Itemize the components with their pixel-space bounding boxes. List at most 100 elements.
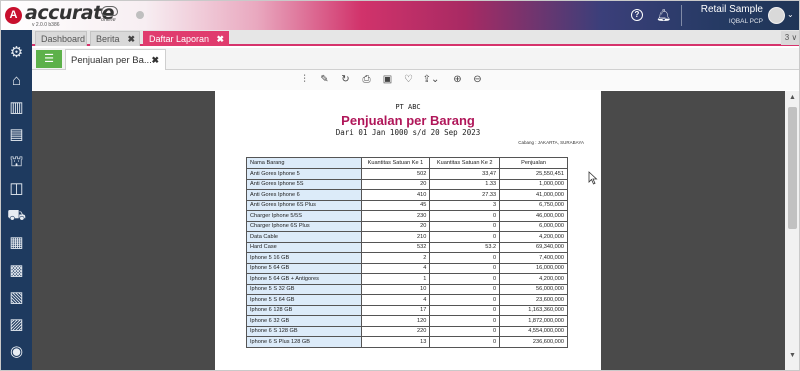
numeric-cell: 0 [429, 315, 501, 327]
list-menu-button[interactable]: ☰ [36, 50, 62, 68]
shopping-cart-icon[interactable]: ⛟ [7, 206, 26, 225]
report-icon[interactable]: ▨ [7, 315, 26, 334]
column-header: Kuantitas Satuan Ke 1 [360, 157, 431, 169]
table-header-row: Nama Barang Kuantitas Satuan Ke 1 Kuanti… [246, 157, 568, 169]
table-row: Iphone 6 S Plus 128 GB 13 0 236,600,000 [246, 336, 568, 348]
numeric-cell: 236,600,000 [499, 336, 568, 348]
numeric-cell: 0 [429, 262, 501, 274]
tab-berita[interactable]: Berita ✖ [90, 31, 140, 46]
item-name-cell: Iphone 6 S Plus 128 GB [246, 336, 362, 348]
subtab-penjualan-per-barang[interactable]: Penjualan per Ba... ✖ [65, 49, 166, 70]
numeric-cell: 1 [360, 273, 431, 285]
wallet-icon[interactable]: ◫ [7, 179, 26, 198]
zoom-in-icon[interactable]: ⊕ [451, 73, 464, 86]
numeric-cell: 0 [429, 220, 501, 232]
numeric-cell: 27.33 [429, 189, 501, 201]
app-window: A accurate v 2.0.0 b386 online ? 🔔︎ Reta… [0, 0, 800, 371]
numeric-cell: 0 [429, 325, 501, 337]
table-row: Iphone 5 S 64 GB 4 0 23,600,000 [246, 294, 568, 306]
close-icon[interactable]: ✖ [216, 32, 224, 47]
item-name-cell: Iphone 6 S 128 GB [246, 325, 362, 337]
numeric-cell: 16,000,000 [499, 262, 568, 274]
inventory-icon[interactable]: ▩ [7, 261, 26, 280]
close-icon[interactable]: ✖ [127, 32, 135, 47]
numeric-cell: 0 [429, 273, 501, 285]
scroll-up-icon[interactable]: ▲ [789, 94, 796, 101]
numeric-cell: 1,872,000,000 [499, 315, 568, 327]
numeric-cell: 0 [429, 283, 501, 295]
numeric-cell: 3 [429, 199, 501, 211]
chevron-down-icon[interactable]: ⌄ [787, 10, 794, 19]
numeric-cell: 45 [360, 199, 431, 211]
numeric-cell: 10 [360, 283, 431, 295]
numeric-cell: 532 [360, 241, 431, 253]
bell-icon[interactable]: 🔔︎ [656, 8, 671, 22]
report-toolbar: ⫶ ✎ ↻ ⎙ ▣ ♡ ⇪⌄ ⊕ ⊖ [32, 70, 799, 90]
tab-label: Dashboard [41, 34, 86, 44]
report-title: Penjualan per Barang [341, 113, 475, 128]
edit-icon[interactable]: ✎ [318, 73, 331, 86]
table-row: Hard Case 532 53.2 69,340,000 [246, 241, 568, 253]
scroll-down-icon[interactable]: ▼ [789, 352, 796, 359]
delivery-icon[interactable]: ▦ [7, 233, 26, 252]
numeric-cell: 0 [429, 252, 501, 264]
numeric-cell: 0 [429, 210, 501, 222]
avatar[interactable] [768, 7, 785, 24]
bank-icon[interactable]: ⌂ [7, 71, 26, 90]
numeric-cell: 6,750,000 [499, 199, 568, 211]
table-row: Iphone 5 S 32 GB 10 0 56,000,000 [246, 283, 568, 295]
filter-icon[interactable]: ⫶ [298, 73, 311, 86]
numeric-cell: 210 [360, 231, 431, 243]
company-name[interactable]: Retail Sample [687, 4, 763, 15]
numeric-cell: 502 [360, 168, 431, 180]
numeric-cell: 33,47 [429, 168, 501, 180]
sidebar: ⚙ ⌂ ▥ ▤ ⛫ ◫ ⛟ ▦ ▩ ▧ ▨ ◉ [1, 30, 32, 370]
table-row: Charger Iphone 6S Plus 20 0 6,000,000 [246, 220, 568, 232]
gear-icon[interactable]: ⚙ [7, 43, 26, 62]
numeric-cell: 25,550,451 [499, 168, 568, 180]
item-name-cell: Hard Case [246, 241, 362, 253]
refresh-icon[interactable]: ↻ [339, 73, 352, 86]
settings-icon[interactable]: ◉ [7, 342, 26, 361]
numeric-cell: 4,200,000 [499, 231, 568, 243]
building-icon[interactable]: ▥ [7, 98, 26, 117]
factory-icon[interactable]: ▧ [7, 288, 26, 307]
item-name-cell: Iphone 5 S 32 GB [246, 283, 362, 295]
print-icon[interactable]: ⎙ [360, 73, 373, 86]
table-row: Charger Iphone 5/5S 230 0 46,000,000 [246, 210, 568, 222]
vertical-scrollbar[interactable]: ▲ ▼ [785, 91, 799, 370]
save-icon[interactable]: ▣ [381, 73, 394, 86]
tab-dashboard[interactable]: Dashboard [35, 31, 87, 46]
item-name-cell: Iphone 5 64 GB [246, 262, 362, 274]
ledger-icon[interactable]: ▤ [7, 125, 26, 144]
numeric-cell: 0 [429, 294, 501, 306]
favorite-icon[interactable]: ♡ [402, 73, 415, 86]
numeric-cell: 120 [360, 315, 431, 327]
close-icon[interactable]: ✖ [151, 50, 159, 71]
numeric-cell: 1,000,000 [499, 178, 568, 190]
top-bar: A accurate v 2.0.0 b386 online ? 🔔︎ Reta… [1, 1, 799, 30]
export-icon[interactable]: ⇪⌄ [422, 73, 440, 86]
help-icon[interactable]: ? [631, 9, 643, 21]
item-name-cell: Charger Iphone 5/5S [246, 210, 362, 222]
zoom-out-icon[interactable]: ⊖ [471, 73, 484, 86]
table-row: Iphone 5 16 GB 2 0 7,400,000 [246, 252, 568, 264]
tab-daftar-laporan[interactable]: Daftar Laporan ✖ [143, 31, 229, 46]
tab-overflow-menu[interactable]: 3 ∨ [781, 31, 799, 45]
numeric-cell: 56,000,000 [499, 283, 568, 295]
numeric-cell: 0 [429, 304, 501, 316]
column-header: Penjualan [499, 157, 568, 169]
numeric-cell: 13 [360, 336, 431, 348]
accurate-logo-icon[interactable]: A [5, 7, 22, 24]
item-name-cell: Anti Gores Iphone 5 [246, 168, 362, 180]
table-row: Anti Gores Iphone 6S Plus 45 3 6,750,000 [246, 199, 568, 211]
cash-bank-icon[interactable]: ⛫ [7, 152, 26, 171]
scroll-thumb[interactable] [788, 107, 797, 229]
numeric-cell: 7,400,000 [499, 252, 568, 264]
subtab-label: Penjualan per Ba... [71, 55, 152, 66]
report-table: Nama Barang Kuantitas Satuan Ke 1 Kuanti… [246, 157, 568, 348]
user-name[interactable]: IQBAL PCP [687, 18, 763, 25]
report-page: PT ABC Penjualan per Barang Dari 01 Jan … [215, 91, 601, 370]
table-row: Iphone 6 128 GB 17 0 1,163,360,000 [246, 304, 568, 316]
company-heading: PT ABC [395, 103, 421, 111]
